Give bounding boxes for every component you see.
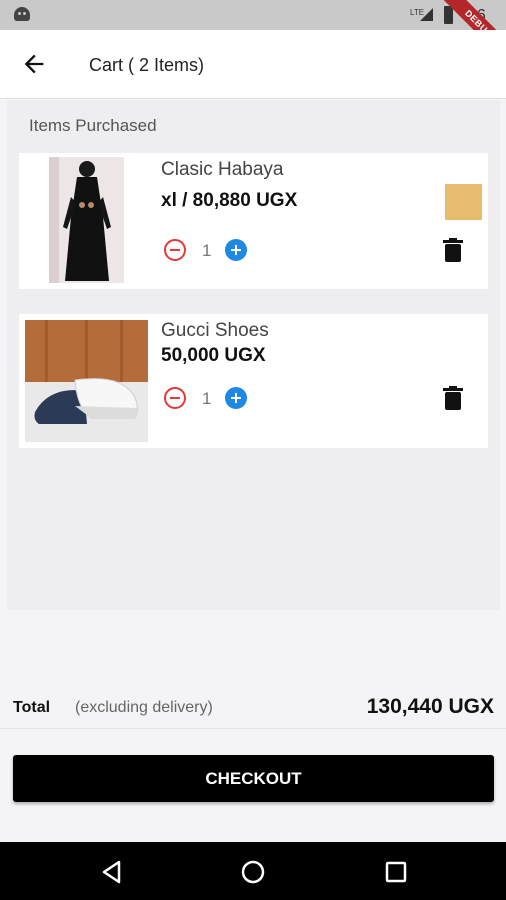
nav-recents-icon[interactable] <box>383 859 409 885</box>
android-notification-icon <box>14 7 30 21</box>
product-image[interactable] <box>25 320 148 442</box>
checkout-button[interactable]: CHECKOUT <box>13 755 494 802</box>
item-price: 50,000 UGX <box>161 345 266 366</box>
item-price: xl / 80,880 UGX <box>161 190 298 211</box>
page-title: Cart ( 2 Items) <box>89 55 205 75</box>
item-quantity: 1 <box>202 389 212 408</box>
nav-back-icon[interactable] <box>99 859 125 885</box>
trash-icon[interactable] <box>443 238 463 262</box>
signal-icon <box>420 8 433 21</box>
item-name: Clasic Habaya <box>161 159 284 180</box>
color-swatch <box>445 184 482 220</box>
total-note: (excluding delivery) <box>75 699 213 716</box>
plus-circle-icon[interactable] <box>224 386 248 410</box>
minus-circle-icon[interactable] <box>163 238 187 262</box>
system-nav-bar <box>0 842 506 900</box>
status-bar: LTE 36 <box>0 0 506 30</box>
total-row: Total (excluding delivery) 130,440 UGX <box>0 690 506 729</box>
minus-circle-icon[interactable] <box>163 386 187 410</box>
total-label: Total <box>13 699 51 716</box>
item-name: Gucci Shoes <box>161 320 269 341</box>
cart-item: Clasic Habaya xl / 80,880 UGX 1 <box>19 153 488 289</box>
trash-icon[interactable] <box>443 386 463 410</box>
total-amount: 130,440 UGX <box>366 695 494 718</box>
nav-home-icon[interactable] <box>240 859 266 885</box>
item-quantity: 1 <box>202 241 212 260</box>
back-arrow-icon[interactable] <box>20 50 48 78</box>
cart-item: Gucci Shoes 50,000 UGX 1 <box>19 314 488 448</box>
app-bar: Cart ( 2 Items) <box>0 30 506 99</box>
section-label: Items Purchased <box>29 116 157 135</box>
plus-circle-icon[interactable] <box>224 238 248 262</box>
product-image[interactable] <box>49 157 124 283</box>
